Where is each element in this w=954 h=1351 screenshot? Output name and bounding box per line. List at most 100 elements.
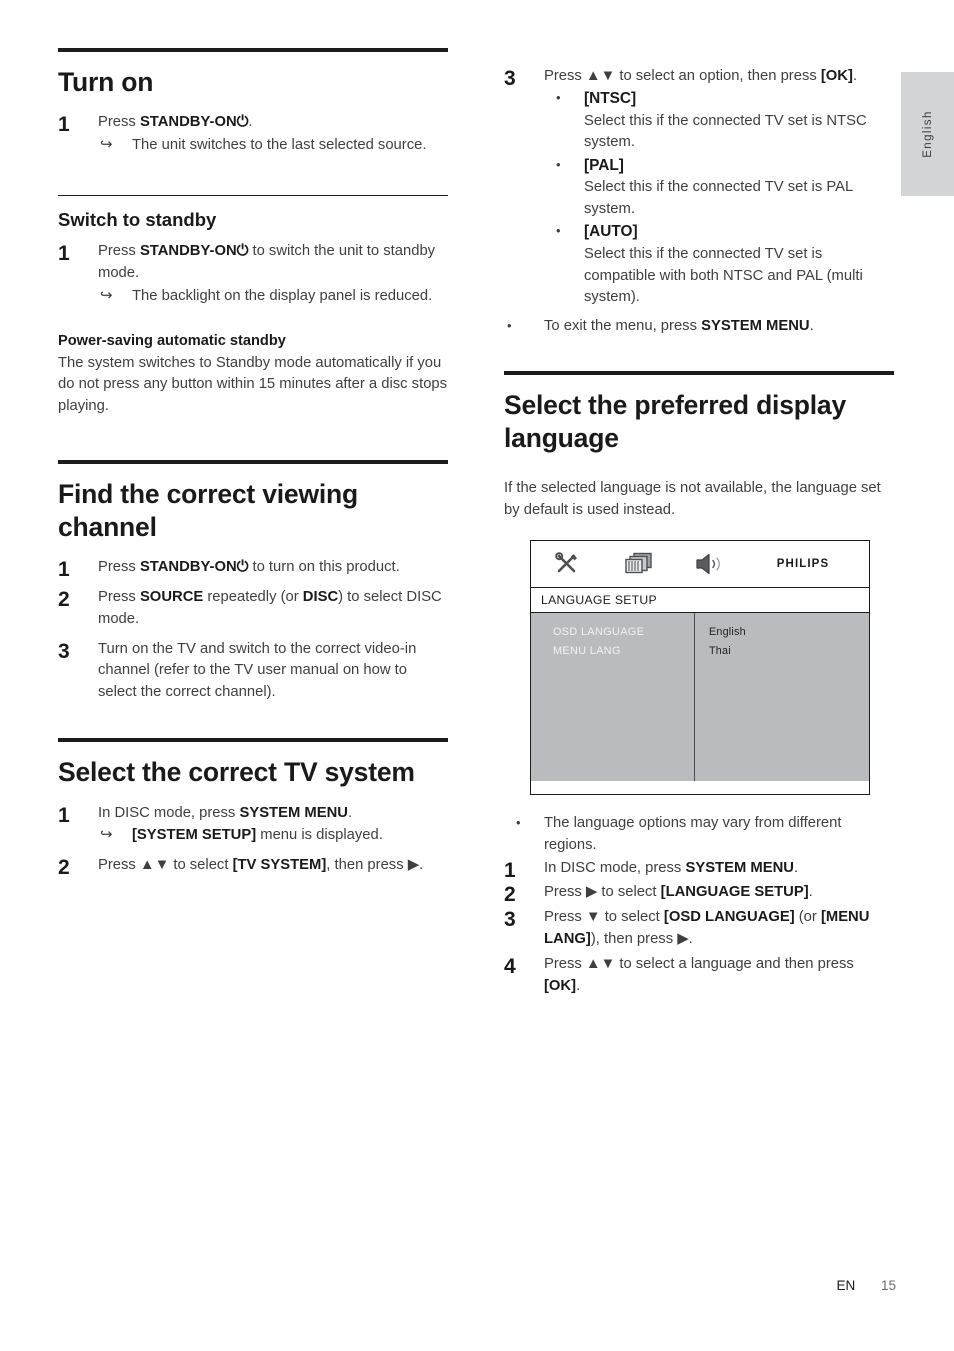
- step-number: 2: [58, 587, 70, 611]
- steps-viewing-channel: 1 Press STANDBY-ON⏻ to turn on this prod…: [58, 557, 448, 704]
- step-text-post: .: [793, 859, 799, 876]
- side-language-tab-label: English: [921, 110, 934, 158]
- step-text-pre: Press ▲▼ to select: [98, 856, 233, 873]
- exit-note-bold: SYSTEM MENU: [701, 318, 810, 335]
- osd-footer-strip: [531, 780, 869, 794]
- bullet-icon: •: [516, 814, 521, 830]
- page-footer: EN 15: [0, 1278, 954, 1293]
- bullet-icon: •: [507, 318, 512, 334]
- step-item: 3 Press ▲▼ to select an option, then pre…: [504, 66, 894, 308]
- step-text-mid: repeatedly (or: [203, 588, 303, 605]
- step-item: 3 Press ▼ to select [OSD LANGUAGE] (or […: [504, 907, 894, 951]
- left-column: Turn on 1 Press STANDBY-ON⏻. ↪ The unit …: [58, 48, 448, 885]
- list-item: • [AUTO] Select this if the connected TV…: [544, 221, 894, 308]
- side-language-tab: English: [901, 72, 954, 196]
- step-text-bold: [OK]: [544, 978, 577, 995]
- right-column: 3 Press ▲▼ to select an option, then pre…: [504, 48, 894, 1001]
- section-rule-switch-standby: [58, 194, 448, 197]
- step-item: 1 Press STANDBY-ON⏻ to switch the unit t…: [58, 241, 448, 307]
- step-number: 3: [504, 908, 516, 932]
- step-text-bold-2: DISC: [302, 588, 339, 605]
- section-rule-display-language: [504, 371, 894, 376]
- step-text: Press ▼ to select [OSD LANGUAGE] (or [ME…: [544, 909, 869, 947]
- tv-system-exit-note: • To exit the menu, press SYSTEM MENU.: [504, 316, 894, 338]
- exit-note-text: To exit the menu, press SYSTEM MENU.: [544, 318, 814, 334]
- step-text: In DISC mode, press SYSTEM MENU.: [98, 805, 352, 821]
- step-text-bold: [TV SYSTEM]: [232, 856, 327, 873]
- osd-header: PHILIPS: [531, 540, 869, 588]
- option-description: Select this if the connected TV set is P…: [584, 179, 853, 217]
- step-text-mid: (or: [794, 909, 821, 926]
- step-item: 1 In DISC mode, press SYSTEM MENU.: [504, 858, 894, 882]
- arrow-note-text: The unit switches to the last selected s…: [132, 137, 427, 154]
- bullet-icon: •: [556, 223, 561, 239]
- note-text: The language options may vary from diffe…: [544, 814, 842, 853]
- exit-note-post: .: [809, 318, 814, 335]
- step-item: 2 Press ▶ to select [LANGUAGE SETUP].: [504, 882, 894, 906]
- step-item: 1 Press STANDBY-ON⏻. ↪ The unit switches…: [58, 112, 448, 156]
- section-rule-turn-on: [58, 48, 448, 52]
- step-text-bold: [OSD LANGUAGE]: [663, 909, 795, 926]
- step-text-bold: STANDBY-ON⏻: [139, 114, 249, 131]
- step-number: 1: [58, 113, 70, 137]
- arrow-icon: ↪: [100, 287, 113, 305]
- arrow-note-rest: menu is displayed.: [256, 827, 383, 844]
- steps-turn-on: 1 Press STANDBY-ON⏻. ↪ The unit switches…: [58, 112, 448, 156]
- step-text-pre: Press ▲▼ to select a language and then p…: [544, 956, 854, 973]
- step-text: Turn on the TV and switch to the correct…: [98, 640, 417, 701]
- section-rule-tv-system: [58, 738, 448, 743]
- step-item: 1 Press STANDBY-ON⏻ to turn on this prod…: [58, 557, 448, 581]
- step-text-post: .: [248, 114, 253, 131]
- osd-title: LANGUAGE SETUP: [531, 587, 869, 613]
- step-text: Press STANDBY-ON⏻ to turn on this produc…: [98, 559, 400, 575]
- step-text: Press ▲▼ to select [TV SYSTEM], then pre…: [98, 857, 423, 873]
- step-text: Press STANDBY-ON⏻.: [98, 114, 253, 130]
- osd-screenshot-figure: PHILIPS LANGUAGE SETUP OSD LANGUAGE MENU…: [530, 539, 870, 795]
- option-name: [NTSC]: [584, 89, 637, 107]
- steps-display-language: 1 In DISC mode, press SYSTEM MENU. 2 Pre…: [504, 858, 894, 998]
- paragraph-display-language: If the selected language is not availabl…: [504, 480, 881, 518]
- heading-power-saving-standby: Power-saving automatic standby: [58, 332, 286, 349]
- steps-switch-standby: 1 Press STANDBY-ON⏻ to switch the unit t…: [58, 241, 448, 307]
- step-text-pre: Press ▲▼ to select an option, then press: [544, 68, 821, 84]
- step-text-bold: STANDBY-ON⏻: [139, 243, 249, 260]
- step-text-pre: Press: [98, 588, 140, 605]
- document-page: English Turn on 1 Press STANDBY-ON⏻. ↪ T…: [0, 0, 954, 1351]
- option-description: Select this if the connected TV set is N…: [584, 112, 867, 151]
- step-text-pre: In DISC mode, press: [544, 859, 686, 876]
- arrow-note-bold: [SYSTEM SETUP]: [132, 827, 257, 844]
- philips-logo: PHILIPS: [776, 557, 830, 570]
- osd-menu-item-menu-lang[interactable]: MENU LANG: [553, 642, 694, 661]
- osd-body: OSD LANGUAGE MENU LANG English Thai: [531, 612, 869, 781]
- arrow-note: ↪ The backlight on the display panel is …: [98, 286, 448, 307]
- step-text-post: .: [347, 804, 353, 821]
- list-item: • [NTSC] Select this if the connected TV…: [544, 88, 894, 154]
- step-text-pre: Press ▶ to select: [544, 884, 661, 901]
- steps-tv-system-continued: 3 Press ▲▼ to select an option, then pre…: [504, 66, 894, 308]
- exit-note-pre: To exit the menu, press: [544, 318, 702, 335]
- heading-select-tv-system: Select the correct TV system: [58, 757, 415, 788]
- arrow-note: ↪ [SYSTEM SETUP] menu is displayed.: [98, 825, 448, 846]
- steps-tv-system: 1 In DISC mode, press SYSTEM MENU. ↪ [SY…: [58, 803, 448, 879]
- step-text-bold: SYSTEM MENU: [239, 804, 348, 821]
- step-item: 2 Press ▲▼ to select [TV SYSTEM], then p…: [58, 855, 448, 879]
- step-text-post: to turn on this product.: [248, 558, 400, 575]
- step-number: 2: [58, 855, 70, 879]
- osd-value-thai[interactable]: Thai: [709, 642, 869, 661]
- tv-system-option-list: • [NTSC] Select this if the connected TV…: [544, 88, 894, 309]
- osd-value-english[interactable]: English: [709, 623, 869, 642]
- osd-menu-item-osd-language[interactable]: OSD LANGUAGE: [553, 623, 694, 642]
- step-text-pre: Press: [98, 114, 140, 131]
- step-text-pre: Press ▼ to select: [544, 909, 664, 926]
- option-name: [PAL]: [584, 156, 624, 174]
- step-number: 1: [58, 557, 70, 581]
- step-number: 3: [58, 639, 70, 663]
- heading-switch-to-standby: Switch to standby: [58, 209, 217, 231]
- step-text-bold: STANDBY-ON⏻: [139, 558, 249, 575]
- osd-value-list: English Thai: [695, 613, 869, 781]
- step-text-post: ), then press ▶.: [590, 931, 693, 948]
- step-text-bold: [OK]: [820, 68, 853, 84]
- heading-find-viewing-channel: Find the correct viewing channel: [58, 479, 359, 542]
- footer-locale: EN: [836, 1278, 856, 1293]
- step-text-pre: In DISC mode, press: [98, 804, 240, 821]
